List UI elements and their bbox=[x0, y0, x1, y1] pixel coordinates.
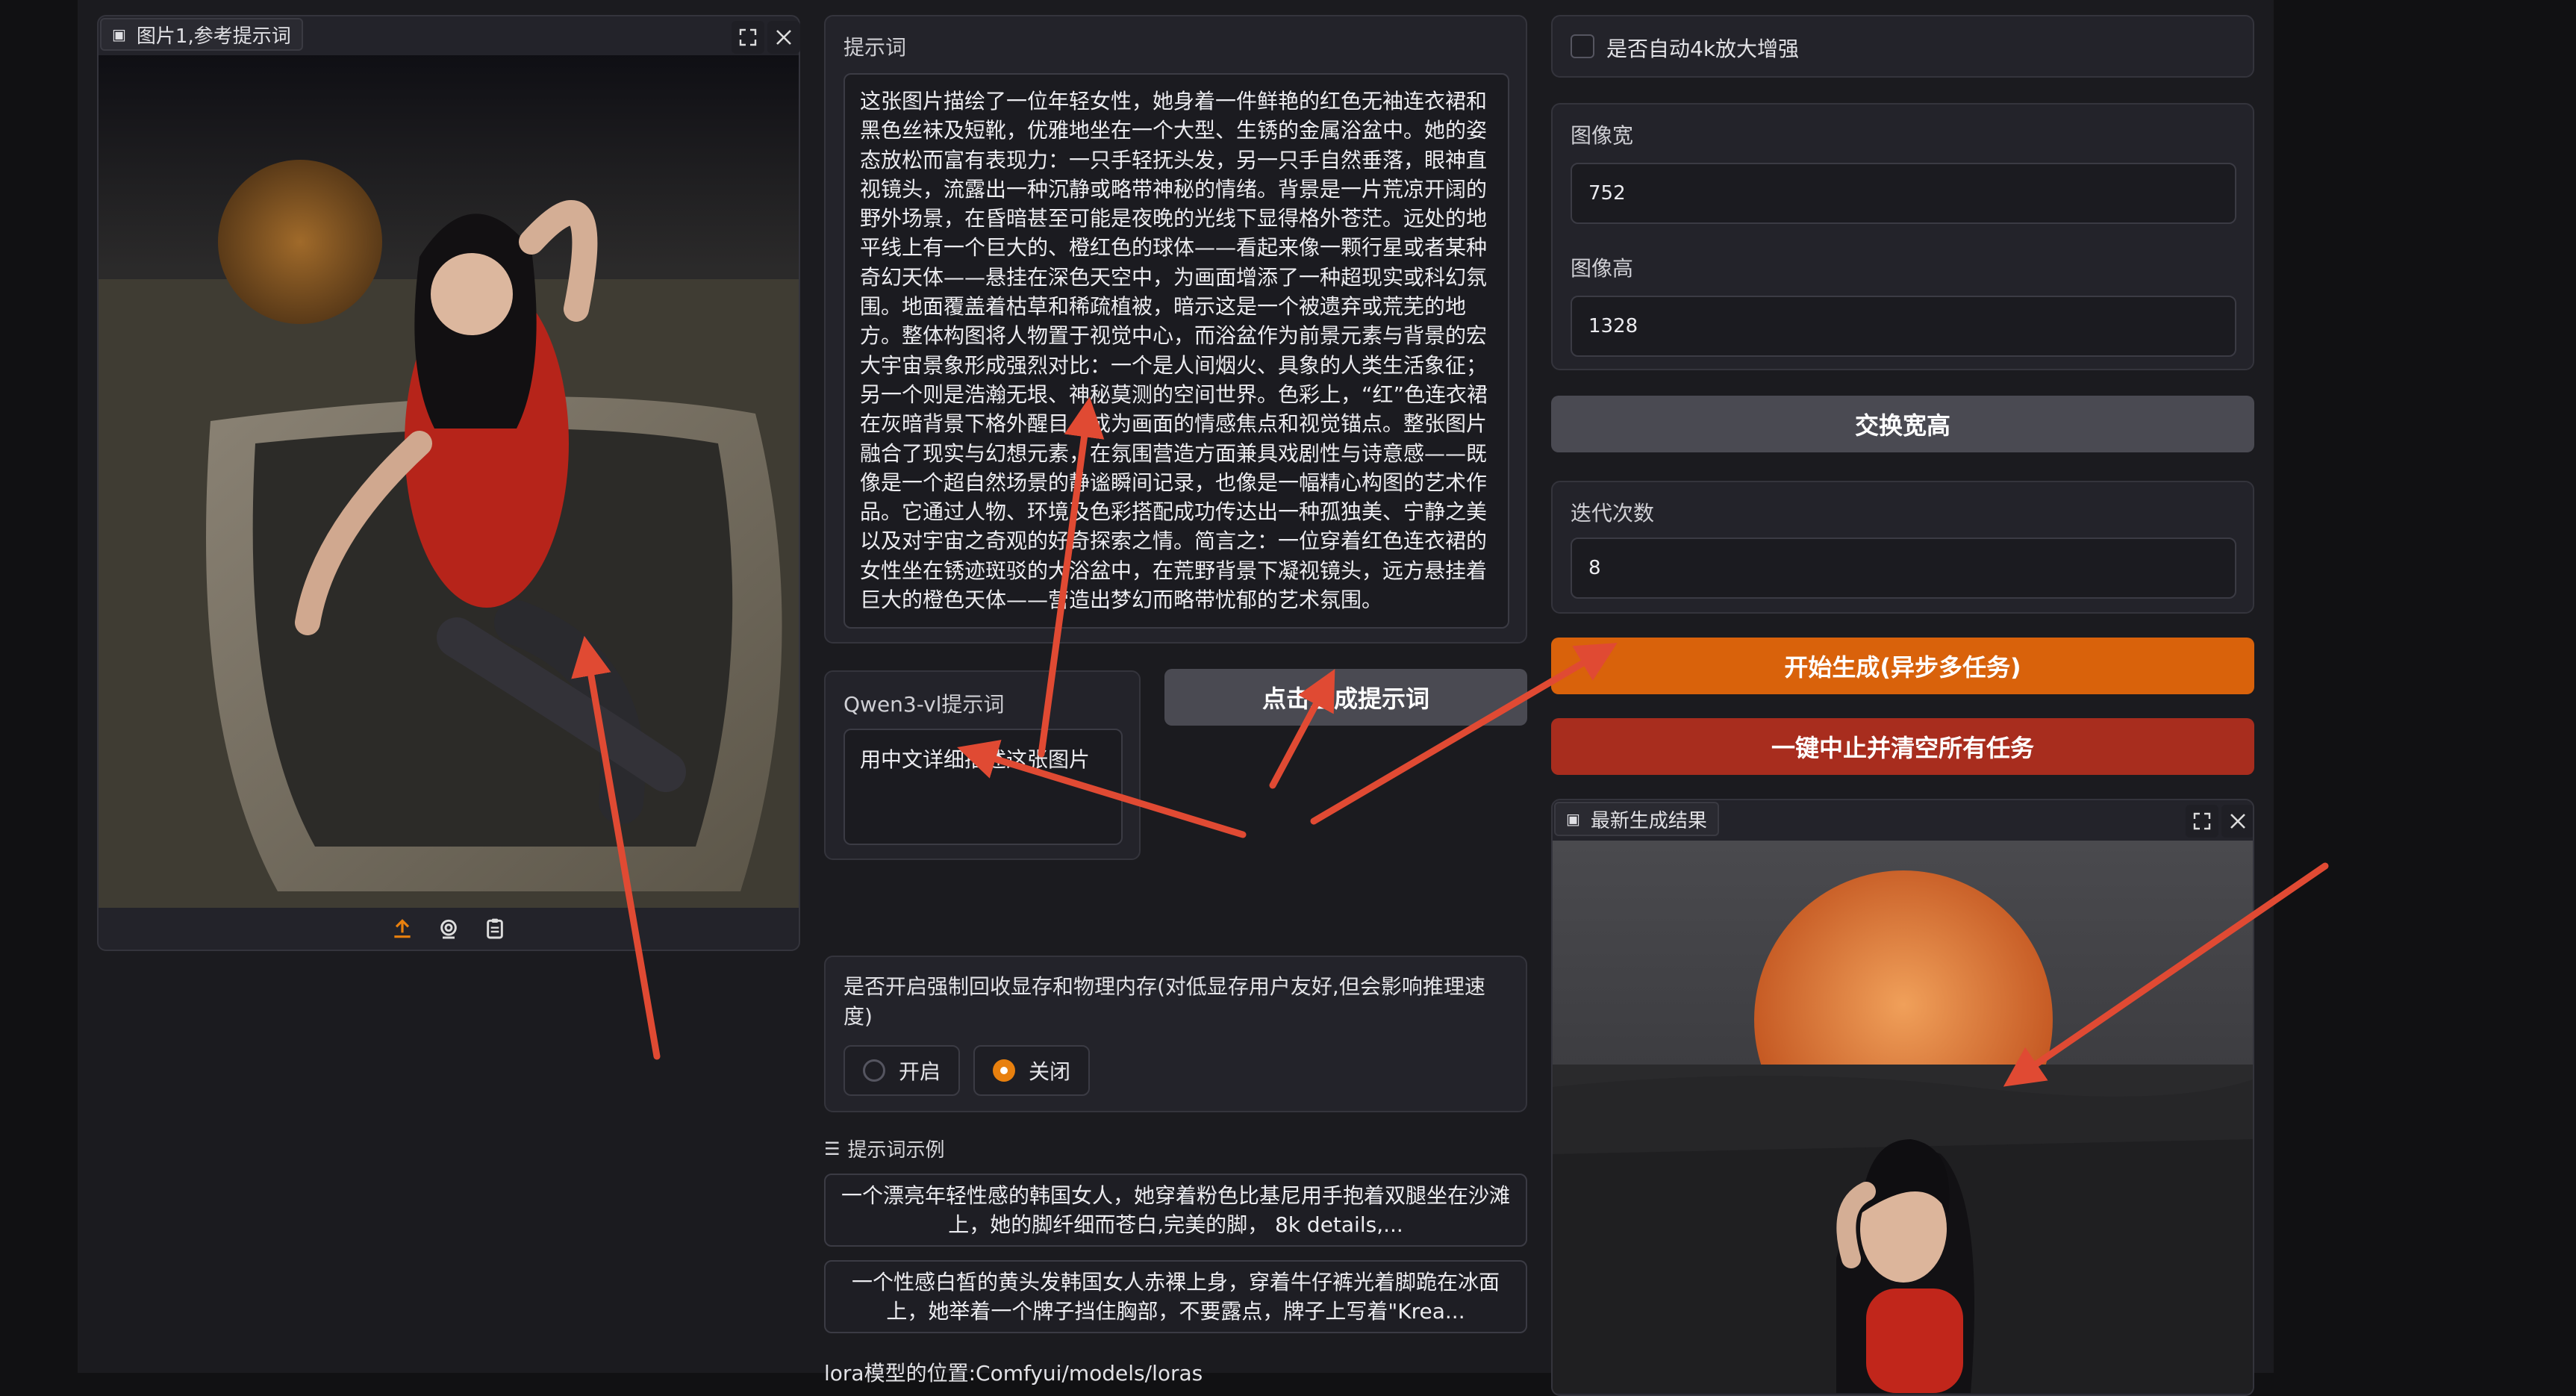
size-panel: 图像宽 752 图像高 1328 bbox=[1551, 103, 2254, 370]
memory-option-on[interactable]: 开启 bbox=[843, 1045, 961, 1096]
fullscreen-icon bbox=[739, 28, 757, 46]
image-source-toolbar bbox=[99, 908, 799, 950]
upscale-panel: 是否自动4k放大增强 bbox=[1551, 15, 2254, 78]
width-input[interactable]: 752 bbox=[1571, 163, 2236, 224]
width-value: 752 bbox=[1588, 182, 1626, 205]
close-icon bbox=[2230, 814, 2245, 829]
output-close-button[interactable] bbox=[2221, 805, 2253, 838]
example-item[interactable]: 一个性感白皙的黄头发韩国女人赤裸上身，穿着牛仔裤光着脚跪在冰面上，她举着一个牌子… bbox=[824, 1260, 1527, 1333]
memory-panel: 是否开启强制回收显存和物理内存(对低显存用户友好,但会影响推理速度) 开启 关闭 bbox=[824, 956, 1527, 1112]
output-image-graphic bbox=[1553, 841, 2253, 1393]
prompt-label: 提示词 bbox=[843, 35, 907, 60]
output-fullscreen-button[interactable] bbox=[2186, 805, 2218, 838]
swap-size-button[interactable]: 交换宽高 bbox=[1551, 396, 2254, 452]
iterations-value: 8 bbox=[1588, 557, 1601, 579]
qwen-panel: Qwen3-vl提示词 用中文详细描述这张图片 bbox=[824, 670, 1141, 860]
qwen-label: Qwen3-vl提示词 bbox=[843, 692, 1005, 717]
output-label: ▣ 最新生成结果 bbox=[1554, 802, 1719, 836]
output-panel: ▣ 最新生成结果 bbox=[1551, 799, 2254, 1396]
qwen-prompt-input[interactable]: 用中文详细描述这张图片 bbox=[843, 729, 1123, 845]
image-input-panel: ▣ 图片1,参考提示词 bbox=[97, 15, 800, 951]
image-icon: ▣ bbox=[112, 25, 126, 43]
close-image-button[interactable] bbox=[767, 21, 800, 54]
stop-all-button[interactable]: 一键中止并清空所有任务 bbox=[1551, 718, 2254, 775]
lora-note: lora模型的位置:Comfyui/models/loras bbox=[824, 1361, 1203, 1386]
prompt-textarea[interactable]: 这张图片描绘了一位年轻女性，她身着一件鲜艳的红色无袖连衣裙和黑色丝袜及短靴，优雅… bbox=[843, 73, 1509, 629]
reference-image-graphic bbox=[99, 55, 799, 908]
prompt-panel: 提示词 这张图片描绘了一位年轻女性，她身着一件鲜艳的红色无袖连衣裙和黑色丝袜及短… bbox=[824, 15, 1527, 644]
image-input-label-text: 图片1,参考提示词 bbox=[136, 25, 291, 48]
reference-image[interactable] bbox=[99, 55, 799, 908]
examples-header[interactable]: ☰ 提示词示例 bbox=[824, 1135, 945, 1162]
list-icon: ☰ bbox=[824, 1138, 841, 1159]
close-icon bbox=[776, 30, 791, 45]
memory-option-on-label: 开启 bbox=[899, 1059, 941, 1084]
upscale-checkbox[interactable] bbox=[1571, 34, 1594, 58]
iterations-input[interactable]: 8 bbox=[1571, 537, 2236, 599]
output-label-text: 最新生成结果 bbox=[1590, 809, 1707, 832]
qwen-prompt-value: 用中文详细描述这张图片 bbox=[860, 747, 1091, 772]
upscale-label: 是否自动4k放大增强 bbox=[1606, 37, 1800, 61]
memory-label: 是否开启强制回收显存和物理内存(对低显存用户友好,但会影响推理速度) bbox=[843, 974, 1485, 1029]
memory-option-off-label: 关闭 bbox=[1029, 1059, 1071, 1084]
image-icon: ▣ bbox=[1566, 810, 1580, 828]
output-image[interactable] bbox=[1553, 841, 2253, 1393]
upload-icon[interactable] bbox=[390, 917, 414, 941]
height-input[interactable]: 1328 bbox=[1571, 296, 2236, 357]
start-generate-button[interactable]: 开始生成(异步多任务) bbox=[1551, 638, 2254, 694]
examples-header-text: 提示词示例 bbox=[847, 1139, 945, 1162]
generate-prompt-button[interactable]: 点击生成提示词 bbox=[1164, 669, 1527, 726]
memory-option-off[interactable]: 关闭 bbox=[973, 1045, 1091, 1096]
height-value: 1328 bbox=[1588, 315, 1638, 337]
width-label: 图像宽 bbox=[1571, 123, 1634, 148]
clipboard-icon[interactable] bbox=[483, 917, 507, 941]
webcam-icon[interactable] bbox=[437, 917, 461, 941]
height-label: 图像高 bbox=[1571, 256, 1634, 281]
radio-off-indicator bbox=[993, 1059, 1015, 1082]
image-input-label: ▣ 图片1,参考提示词 bbox=[100, 18, 303, 51]
radio-on-indicator bbox=[863, 1059, 885, 1082]
iterations-label: 迭代次数 bbox=[1571, 501, 1655, 526]
prompt-text: 这张图片描绘了一位年轻女性，她身着一件鲜艳的红色无袖连衣裙和黑色丝袜及短靴，优雅… bbox=[860, 89, 1488, 613]
iterations-panel: 迭代次数 8 bbox=[1551, 481, 2254, 614]
fullscreen-icon bbox=[2193, 812, 2211, 830]
example-item[interactable]: 一个漂亮年轻性感的韩国女人，她穿着粉色比基尼用手抱着双腿坐在沙滩上，她的脚纤细而… bbox=[824, 1174, 1527, 1247]
fullscreen-button[interactable] bbox=[732, 21, 764, 54]
